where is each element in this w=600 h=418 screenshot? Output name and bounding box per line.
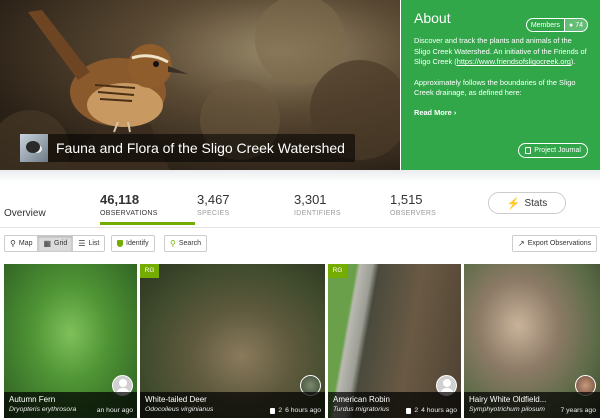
search-icon: ⚲: [170, 239, 176, 248]
stat-observers[interactable]: 1,515 OBSERVERS: [390, 192, 436, 217]
chevron-right-icon: ›: [453, 107, 457, 117]
user-icon: ●: [569, 22, 574, 29]
stats-button[interactable]: ⚡ Stats: [488, 192, 566, 214]
shield-icon: [117, 240, 123, 247]
common-name: Hairy White Oldfield...: [469, 395, 547, 404]
export-observations-button[interactable]: ↗ Export Observations: [512, 235, 598, 252]
about-description: Discover and track the plants and animal…: [414, 36, 587, 67]
observed-time: an hour ago: [96, 407, 133, 414]
map-pin-icon: ⚲: [10, 239, 16, 248]
active-tab-underline: [100, 222, 195, 225]
observation-card[interactable]: RG White-tailed Deer Odocoileus virginia…: [140, 264, 325, 418]
lightning-icon: ⚡: [506, 197, 521, 210]
search-button[interactable]: ⚲ Search: [164, 235, 208, 252]
list-icon: ☰: [78, 239, 86, 248]
stat-observations[interactable]: 46,118 OBSERVATIONS: [100, 192, 158, 217]
research-grade-badge: RG: [328, 264, 347, 278]
project-icon: [20, 134, 48, 162]
identification-count-icon: [406, 407, 412, 414]
about-boundary-text: Approximately follows the boundaries of …: [414, 77, 576, 98]
members-count: ● 74: [564, 19, 587, 31]
project-journal-button[interactable]: Project Journal: [518, 143, 588, 158]
identification-count-icon: [270, 407, 276, 414]
journal-icon: [525, 147, 532, 154]
grid-view-button[interactable]: ▦ Grid: [37, 235, 74, 252]
map-view-button[interactable]: ⚲ Map: [4, 235, 39, 252]
friends-link[interactable]: https://www.friendsofsligocreek.org: [457, 57, 571, 66]
members-badge[interactable]: Members ● 74: [525, 18, 588, 32]
stat-identifiers[interactable]: 3,301 IDENTIFIERS: [294, 192, 341, 217]
observation-card[interactable]: Hairy White Oldfield... Symphyotrichum p…: [464, 264, 600, 418]
observation-card[interactable]: RG American Robin Turdus migratorius 2 4…: [328, 264, 461, 418]
observed-time: 2 6 hours ago: [270, 407, 321, 414]
observation-card[interactable]: Autumn Fern Dryopteris erythrosora an ho…: [4, 264, 137, 418]
overview-tab[interactable]: Overview: [4, 208, 46, 219]
common-name: Autumn Fern: [9, 395, 56, 404]
observed-time: 7 years ago: [560, 407, 596, 414]
about-panel: About Members ● 74 Discover and track th…: [401, 0, 600, 170]
read-more-link[interactable]: Read More ›: [414, 108, 456, 117]
observation-caption: Autumn Fern Dryopteris erythrosora an ho…: [4, 392, 137, 418]
common-name: American Robin: [333, 395, 390, 404]
project-title-bar: Fauna and Flora of the Sligo Creek Water…: [20, 134, 355, 162]
stats-divider: [0, 227, 600, 228]
members-label: Members: [530, 22, 561, 29]
banner-shadow: [0, 170, 600, 182]
grid-icon: ▦: [43, 239, 52, 248]
project-title: Fauna and Flora of the Sligo Creek Water…: [56, 140, 345, 156]
research-grade-badge: RG: [140, 264, 159, 278]
observed-time: 2 4 hours ago: [406, 407, 457, 414]
list-view-button[interactable]: ☰ List: [72, 235, 106, 252]
observation-caption: American Robin Turdus migratorius 2 4 ho…: [328, 392, 461, 418]
project-banner: Fauna and Flora of the Sligo Creek Water…: [0, 0, 600, 170]
identify-button[interactable]: Identify: [111, 235, 155, 252]
banner-photo: Fauna and Flora of the Sligo Creek Water…: [0, 0, 400, 170]
observation-caption: White-tailed Deer Odocoileus virginianus…: [140, 392, 325, 418]
common-name: White-tailed Deer: [145, 395, 207, 404]
observation-caption: Hairy White Oldfield... Symphyotrichum p…: [464, 392, 600, 418]
view-toggle-group: ⚲ Map ▦ Grid ☰ List: [4, 235, 106, 252]
stat-species[interactable]: 3,467 SPECIES: [197, 192, 230, 217]
export-icon: ↗: [518, 239, 525, 248]
